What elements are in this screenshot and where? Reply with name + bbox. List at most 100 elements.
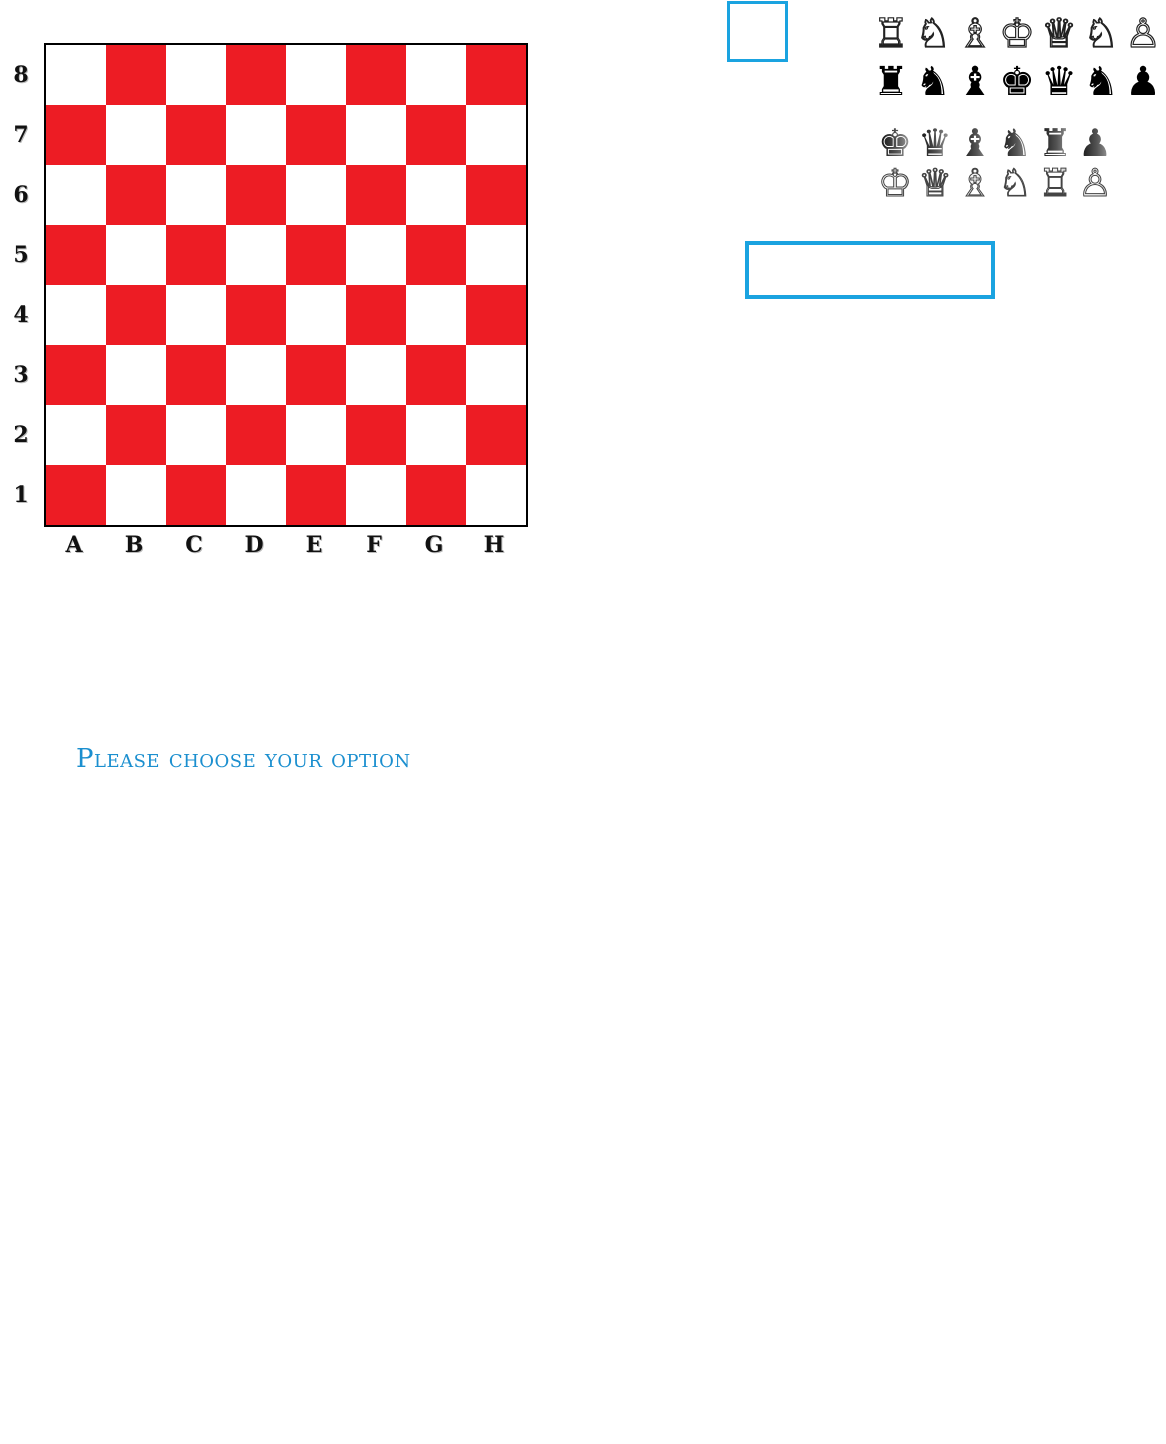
file-labels: A B C D E F G H: [44, 532, 528, 558]
square-d5[interactable]: [226, 225, 286, 285]
square-g3[interactable]: [406, 345, 466, 405]
square-h3[interactable]: [466, 345, 526, 405]
square-g8[interactable]: [406, 45, 466, 105]
dark-king-icon[interactable]: ♚: [875, 124, 915, 162]
square-g2[interactable]: [406, 405, 466, 465]
square-f4[interactable]: [346, 285, 406, 345]
white-outline-pieces-row: ♖ ♘ ♗ ♔ ♕ ♘ ♙: [870, 13, 1164, 54]
black-knight-icon[interactable]: ♞: [912, 62, 954, 102]
square-b4[interactable]: [106, 285, 166, 345]
square-f8[interactable]: [346, 45, 406, 105]
square-h6[interactable]: [466, 165, 526, 225]
file-label: B: [124, 532, 144, 558]
square-d2[interactable]: [226, 405, 286, 465]
option-input[interactable]: [745, 241, 995, 299]
square-g5[interactable]: [406, 225, 466, 285]
white-knight-icon[interactable]: ♘: [912, 13, 954, 54]
square-h5[interactable]: [466, 225, 526, 285]
square-a8[interactable]: [46, 45, 106, 105]
square-c5[interactable]: [166, 225, 226, 285]
square-e8[interactable]: [286, 45, 346, 105]
square-f5[interactable]: [346, 225, 406, 285]
square-b6[interactable]: [106, 165, 166, 225]
square-f6[interactable]: [346, 165, 406, 225]
square-a2[interactable]: [46, 405, 106, 465]
square-e4[interactable]: [286, 285, 346, 345]
light-pawn-icon[interactable]: ♙: [1075, 164, 1115, 203]
square-c6[interactable]: [166, 165, 226, 225]
square-d7[interactable]: [226, 105, 286, 165]
square-d1[interactable]: [226, 465, 286, 525]
square-a3[interactable]: [46, 345, 106, 405]
square-f7[interactable]: [346, 105, 406, 165]
white-pawn-icon[interactable]: ♙: [1122, 13, 1164, 54]
square-c4[interactable]: [166, 285, 226, 345]
black-queen-icon[interactable]: ♛: [1038, 62, 1080, 102]
white-knight-icon[interactable]: ♘: [1080, 13, 1122, 54]
square-c2[interactable]: [166, 405, 226, 465]
square-e2[interactable]: [286, 405, 346, 465]
square-e7[interactable]: [286, 105, 346, 165]
square-g4[interactable]: [406, 285, 466, 345]
square-e1[interactable]: [286, 465, 346, 525]
square-f3[interactable]: [346, 345, 406, 405]
square-c8[interactable]: [166, 45, 226, 105]
square-g7[interactable]: [406, 105, 466, 165]
square-h8[interactable]: [466, 45, 526, 105]
black-knight-icon[interactable]: ♞: [1080, 62, 1122, 102]
square-a4[interactable]: [46, 285, 106, 345]
black-rook-icon[interactable]: ♜: [870, 62, 912, 102]
square-e5[interactable]: [286, 225, 346, 285]
selected-piece-box[interactable]: [727, 1, 788, 62]
light-knight-icon[interactable]: ♘: [995, 164, 1035, 203]
square-b2[interactable]: [106, 405, 166, 465]
dark-pawn-icon[interactable]: ♟: [1075, 124, 1115, 162]
rank-label: 4: [13, 302, 29, 328]
square-h2[interactable]: [466, 405, 526, 465]
square-a7[interactable]: [46, 105, 106, 165]
black-pawn-icon[interactable]: ♟: [1122, 62, 1164, 102]
square-h7[interactable]: [466, 105, 526, 165]
square-g1[interactable]: [406, 465, 466, 525]
light-queen-icon[interactable]: ♕: [915, 164, 955, 203]
chessboard: [44, 43, 528, 527]
square-g6[interactable]: [406, 165, 466, 225]
square-h4[interactable]: [466, 285, 526, 345]
black-bishop-icon[interactable]: ♝: [954, 62, 996, 102]
square-f1[interactable]: [346, 465, 406, 525]
dark-queen-icon[interactable]: ♛: [915, 124, 955, 162]
square-a5[interactable]: [46, 225, 106, 285]
square-b3[interactable]: [106, 345, 166, 405]
square-c1[interactable]: [166, 465, 226, 525]
dark-knight-icon[interactable]: ♞: [995, 124, 1035, 162]
dark-rook-icon[interactable]: ♜: [1035, 124, 1075, 162]
square-e6[interactable]: [286, 165, 346, 225]
square-a6[interactable]: [46, 165, 106, 225]
square-b1[interactable]: [106, 465, 166, 525]
square-a1[interactable]: [46, 465, 106, 525]
square-d8[interactable]: [226, 45, 286, 105]
square-c3[interactable]: [166, 345, 226, 405]
square-c7[interactable]: [166, 105, 226, 165]
white-bishop-icon[interactable]: ♗: [954, 13, 996, 54]
dark-bishop-icon[interactable]: ♝: [955, 124, 995, 162]
white-queen-icon[interactable]: ♕: [1038, 13, 1080, 54]
square-e3[interactable]: [286, 345, 346, 405]
square-d3[interactable]: [226, 345, 286, 405]
square-b5[interactable]: [106, 225, 166, 285]
square-b7[interactable]: [106, 105, 166, 165]
file-label: E: [305, 532, 323, 558]
black-king-icon[interactable]: ♚: [996, 62, 1038, 102]
square-b8[interactable]: [106, 45, 166, 105]
square-h1[interactable]: [466, 465, 526, 525]
dark-gradient-pieces-row: ♚ ♛ ♝ ♞ ♜ ♟: [875, 124, 1115, 162]
light-rook-icon[interactable]: ♖: [1035, 164, 1075, 203]
light-bishop-icon[interactable]: ♗: [955, 164, 995, 203]
square-f2[interactable]: [346, 405, 406, 465]
white-king-icon[interactable]: ♔: [996, 13, 1038, 54]
light-king-icon[interactable]: ♔: [875, 164, 915, 203]
square-d6[interactable]: [226, 165, 286, 225]
square-d4[interactable]: [226, 285, 286, 345]
white-rook-icon[interactable]: ♖: [870, 13, 912, 54]
file-label: A: [65, 532, 83, 558]
